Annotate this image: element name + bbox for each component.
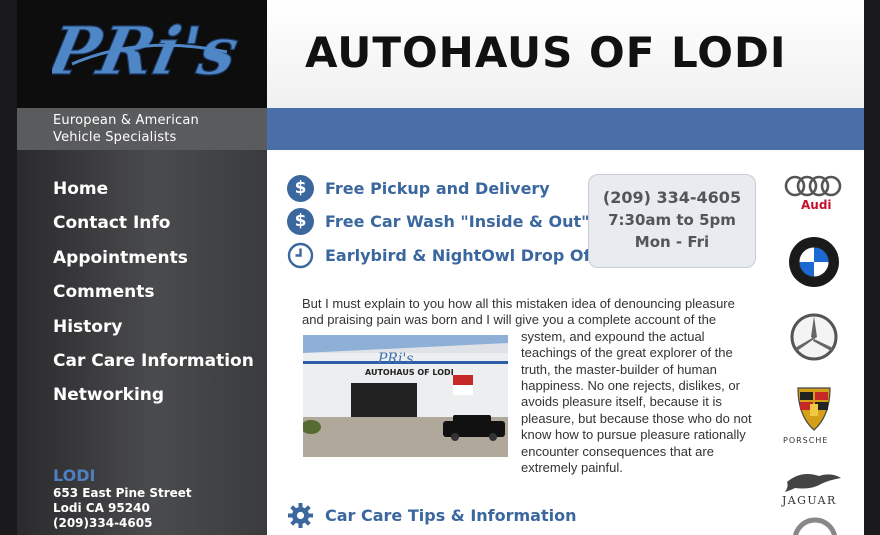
nav-comments[interactable]: Comments: [53, 281, 254, 315]
svg-text:JAGUAR: JAGUAR: [781, 494, 837, 507]
dollar-icon: $: [287, 174, 314, 202]
location-block: LODI 653 East Pine Street Lodi CA 95240 …: [53, 466, 192, 531]
location-address: 653 East Pine Street: [53, 486, 192, 500]
nav-networking[interactable]: Networking: [53, 384, 254, 418]
location-city: LODI: [53, 466, 96, 485]
svg-text:Audi: Audi: [801, 198, 832, 212]
tagline-line: Vehicle Specialists: [53, 130, 177, 145]
hours-time: 7:30am to 5pm: [608, 211, 736, 229]
feature-dropoff: Earlybird & NightOwl Drop Off: [287, 241, 596, 269]
header-bar: [267, 108, 864, 150]
svg-text:PRi's: PRi's: [377, 351, 413, 367]
audi-logo: Audi: [783, 174, 845, 214]
hours-days: Mon - Fri: [634, 233, 710, 251]
feature-label: Earlybird & NightOwl Drop Off: [325, 245, 597, 265]
hours-box: (209) 334-4605 7:30am to 5pm Mon - Fri: [588, 174, 756, 268]
pris-logo-graphic: PRi's: [52, 11, 242, 90]
sidebar: PRi's European & American Vehicle Specia…: [17, 0, 267, 535]
main-content: $ Free Pickup and Delivery $ Free Car Wa…: [267, 150, 864, 535]
feature-pickup: $ Free Pickup and Delivery: [287, 174, 550, 202]
tagline: European & American Vehicle Specialists: [17, 108, 267, 150]
feature-label: Free Pickup and Delivery: [325, 178, 550, 198]
jaguar-logo: JAGUAR: [781, 468, 847, 508]
nav-contact-info[interactable]: Contact Info: [53, 212, 254, 246]
intro-text: But I must explain to you how all this m…: [302, 296, 757, 476]
main-nav: Home Contact Info Appointments Comments …: [53, 178, 254, 419]
clock-icon: [287, 242, 314, 268]
svg-text:PORSCHE: PORSCHE: [783, 436, 828, 445]
nav-history[interactable]: History: [53, 316, 254, 350]
location-citystate: Lodi CA 95240: [53, 501, 150, 515]
shop-photo: PRi's AUTOHAUS OF LODI: [303, 334, 508, 457]
mercedes-logo: [789, 312, 839, 362]
partial-brand-logo: [789, 516, 841, 535]
svg-text:AUTOHAUS OF LODI: AUTOHAUS OF LODI: [365, 368, 454, 377]
car-care-tips-link[interactable]: Car Care Tips & Information: [287, 502, 577, 529]
page-title: AUTOHAUS OF LODI: [305, 28, 787, 77]
gear-icon: [288, 503, 313, 528]
feature-car-wash: $ Free Car Wash "Inside & Out": [287, 207, 590, 235]
location-phone[interactable]: (209)334-4605: [53, 516, 192, 531]
bmw-logo: [788, 236, 840, 288]
dollar-icon: $: [287, 207, 314, 235]
tips-label: Car Care Tips & Information: [325, 506, 577, 525]
nav-home[interactable]: Home: [53, 178, 254, 212]
porsche-logo: PORSCHE: [782, 386, 846, 446]
intro-paragraph-start: But I must explain to you how all this m…: [302, 296, 735, 328]
site-header: AUTOHAUS OF LODI: [267, 0, 864, 108]
site-logo[interactable]: PRi's: [17, 0, 267, 108]
nav-car-care-information[interactable]: Car Care Information: [53, 350, 254, 384]
feature-label: Free Car Wash "Inside & Out": [325, 211, 590, 231]
right-edge: [864, 0, 880, 535]
nav-appointments[interactable]: Appointments: [53, 247, 254, 281]
hours-phone[interactable]: (209) 334-4605: [589, 187, 755, 209]
tagline-line: European & American: [53, 113, 199, 128]
